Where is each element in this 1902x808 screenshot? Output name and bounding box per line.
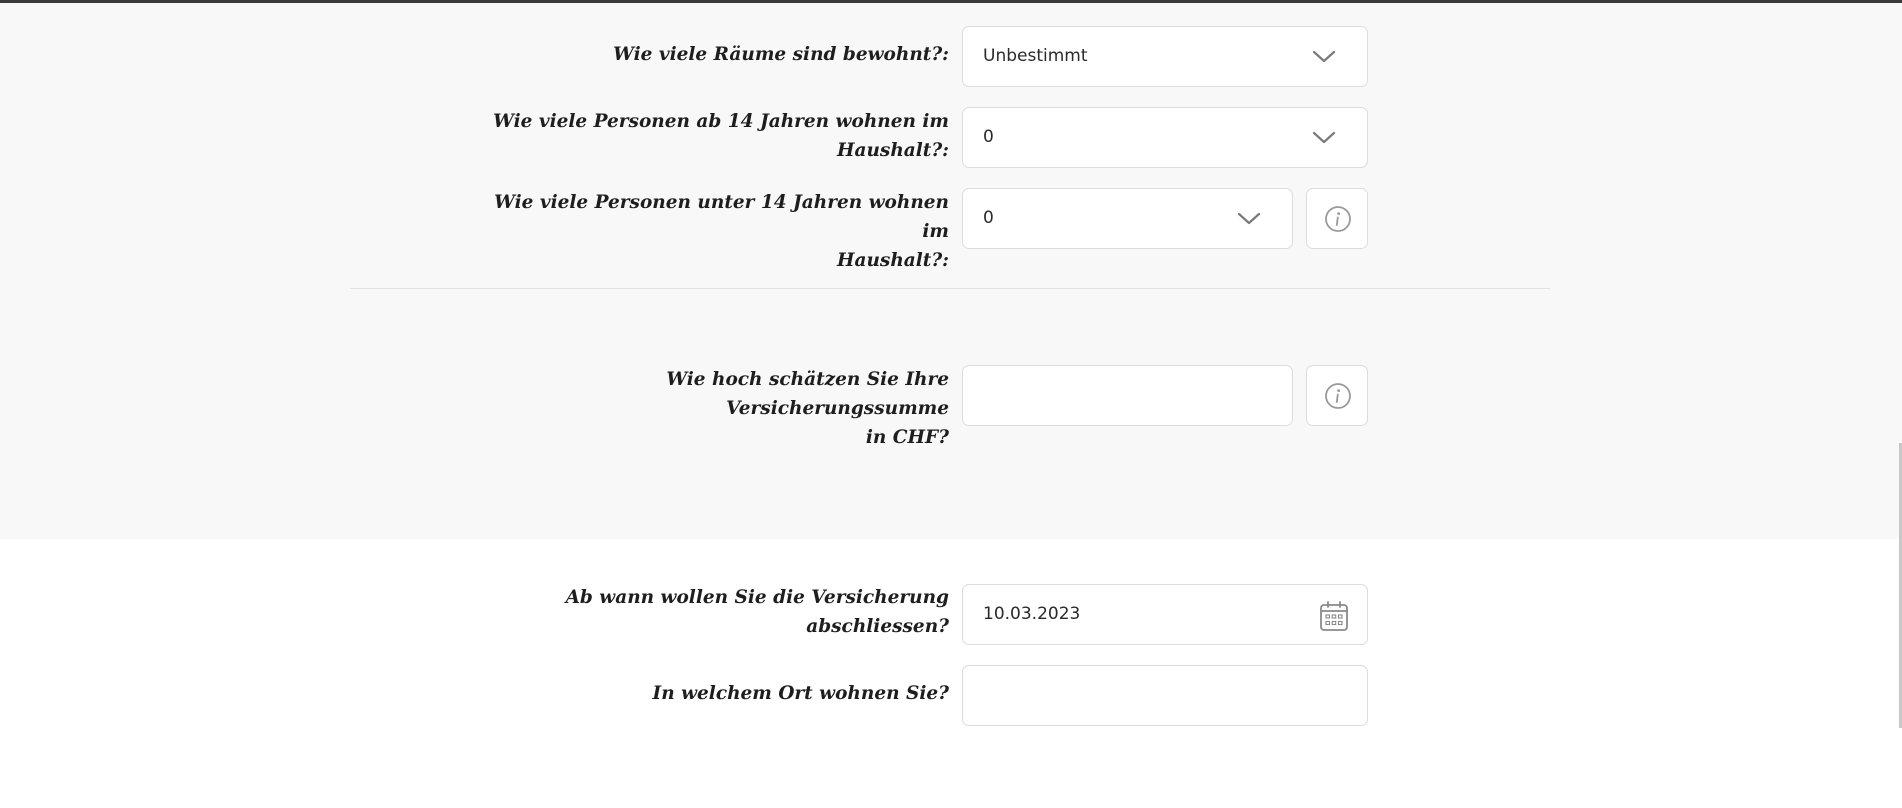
rooms-select[interactable]: Unbestimmt: [962, 26, 1368, 87]
start-date-input[interactable]: 10.03.2023: [962, 584, 1368, 645]
persons-over-14-value: 0: [983, 127, 994, 147]
persons-under-14-select[interactable]: 0: [962, 188, 1293, 249]
rooms-label: Wie viele Räume sind bewohnt?:: [613, 44, 949, 65]
start-date-label: Ab wann wollen Sie die Versicherung absc…: [565, 587, 949, 637]
contract-section: [0, 539, 1902, 808]
persons-under-14-value: 0: [983, 208, 994, 228]
info-icon: [1325, 383, 1351, 409]
persons-under-14-info-button[interactable]: [1306, 188, 1368, 249]
chevron-down-icon: [1312, 50, 1336, 63]
chevron-down-icon: [1237, 212, 1261, 225]
calendar-icon[interactable]: [1319, 600, 1349, 632]
insurance-sum-label: Wie hoch schätzen Sie Ihre Versicherungs…: [666, 369, 949, 448]
location-input[interactable]: [962, 665, 1368, 726]
location-label: In welchem Ort wohnen Sie?: [652, 683, 949, 704]
insurance-sum-input[interactable]: [962, 365, 1293, 426]
persons-over-14-label: Wie viele Personen ab 14 Jahren wohnen i…: [493, 111, 949, 161]
insurance-sum-info-button[interactable]: [1306, 365, 1368, 426]
household-section: [0, 3, 1902, 539]
persons-over-14-select[interactable]: 0: [962, 107, 1368, 168]
info-icon: [1325, 206, 1351, 232]
section-divider: [350, 288, 1550, 289]
page: Wie viele Räume sind bewohnt?: Unbestimm…: [0, 0, 1902, 808]
persons-under-14-label: Wie viele Personen unter 14 Jahren wohne…: [494, 192, 949, 271]
chevron-down-icon: [1312, 131, 1336, 144]
start-date-value: 10.03.2023: [983, 604, 1081, 624]
rooms-select-value: Unbestimmt: [983, 46, 1088, 66]
